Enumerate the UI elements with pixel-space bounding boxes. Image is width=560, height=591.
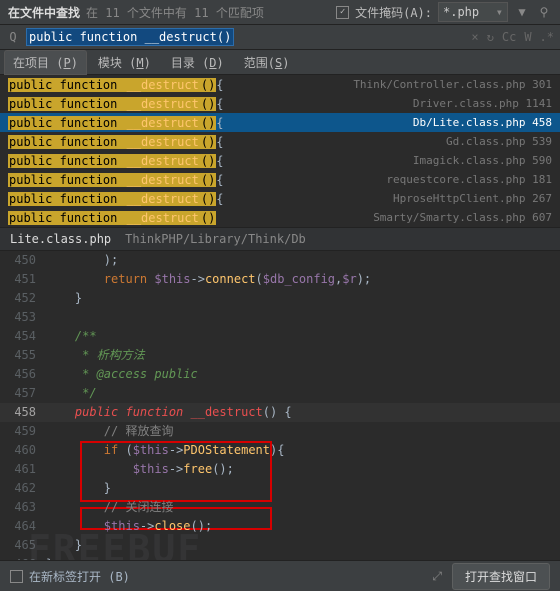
header-summary: 在 11 个文件中有 11 个匹配项	[86, 4, 264, 21]
result-row[interactable]: public function __destruct() {Think/Cont…	[0, 75, 560, 94]
newtab-label: 在新标签打开 (B)	[29, 568, 130, 585]
regex-icon[interactable]: .*	[540, 30, 554, 44]
result-row[interactable]: public function __destruct() {Driver.cla…	[0, 94, 560, 113]
path-dir: ThinkPHP/Library/Think/Db	[125, 232, 306, 246]
search-icon: Q	[6, 30, 20, 44]
case-icon[interactable]: Cc	[502, 30, 516, 44]
result-row[interactable]: public function __destruct()Smarty/Smart…	[0, 208, 560, 227]
close-search-icon[interactable]: ×	[471, 30, 478, 44]
code-line: 453	[0, 308, 560, 327]
code-line: 457 */	[0, 384, 560, 403]
code-line: 459 // 释放查询	[0, 422, 560, 441]
path-filename: Lite.class.php	[10, 232, 111, 246]
code-line: 454 /**	[0, 327, 560, 346]
code-line: 460 if ($this->PDOStatement){	[0, 441, 560, 460]
mask-input[interactable]: *.php▾	[438, 2, 508, 22]
mask-checkbox[interactable]: ✓	[336, 6, 349, 19]
scope-tabs: 在项目 (P)模块 (M)目录 (D)范围(S)	[0, 50, 560, 75]
code-line: 452 }	[0, 289, 560, 308]
newtab-checkbox[interactable]	[10, 570, 23, 583]
code-line: 451 return $this->connect($db_config,$r)…	[0, 270, 560, 289]
word-icon[interactable]: W	[524, 30, 531, 44]
results-list: public function __destruct() {Think/Cont…	[0, 75, 560, 227]
footer: 在新标签打开 (B) ⤢ 打开查找窗口	[0, 560, 560, 591]
code-line: 465 }	[0, 536, 560, 555]
code-line: 455 * 析构方法	[0, 346, 560, 365]
code-preview[interactable]: 450 );451 return $this->connect($db_conf…	[0, 251, 560, 574]
code-line: 458 public function __destruct() {	[0, 403, 560, 422]
file-path-bar: Lite.class.php ThinkPHP/Library/Think/Db	[0, 227, 560, 251]
scope-tab[interactable]: 目录 (D)	[162, 50, 233, 75]
scope-tab[interactable]: 模块 (M)	[89, 50, 160, 75]
scope-tab[interactable]: 在项目 (P)	[4, 50, 87, 75]
code-line: 463 // 关闭连接	[0, 498, 560, 517]
pin-icon[interactable]: ⚲	[536, 4, 552, 20]
open-find-button[interactable]: 打开查找窗口	[452, 563, 550, 590]
result-row[interactable]: public function __destruct() {requestcor…	[0, 170, 560, 189]
result-row[interactable]: public function __destruct() {Imagick.cl…	[0, 151, 560, 170]
history-icon[interactable]: ↻	[487, 30, 494, 44]
code-line: 456 * @access public	[0, 365, 560, 384]
result-row[interactable]: public function __destruct() {HproseHttp…	[0, 189, 560, 208]
code-line: 461 $this->free();	[0, 460, 560, 479]
code-line: 462 }	[0, 479, 560, 498]
header-title: 在文件中查找	[8, 4, 80, 21]
window-header: 在文件中查找 在 11 个文件中有 11 个匹配项 ✓ 文件掩码(A): *.p…	[0, 0, 560, 25]
search-input[interactable]: public function __destruct()	[26, 30, 465, 44]
result-row[interactable]: public function __destruct() {Gd.class.p…	[0, 132, 560, 151]
code-line: 450 );	[0, 251, 560, 270]
result-row[interactable]: public function __destruct() {Db/Lite.cl…	[0, 113, 560, 132]
scope-tab[interactable]: 范围(S)	[235, 50, 299, 75]
filter-icon[interactable]: ▼	[514, 4, 530, 20]
search-row: Q public function __destruct() × ↻ Cc W …	[0, 25, 560, 50]
mask-label: 文件掩码(A):	[355, 4, 432, 21]
code-line: 464 $this->close();	[0, 517, 560, 536]
expand-icon[interactable]: ⤢	[432, 569, 442, 584]
